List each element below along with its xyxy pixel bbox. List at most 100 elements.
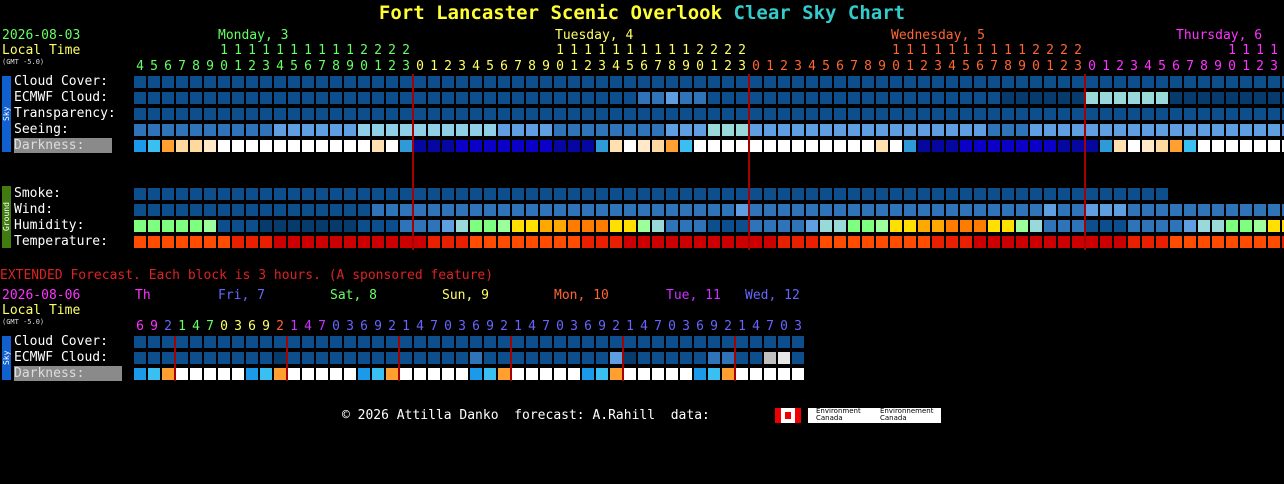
wind-block bbox=[1016, 204, 1028, 216]
temperature-block bbox=[862, 236, 874, 248]
hour-ones-label: 1 bbox=[430, 59, 438, 74]
darkness-block bbox=[386, 140, 398, 152]
ecmwf-cloud-block bbox=[638, 92, 650, 104]
hour-ones-label: 3 bbox=[262, 59, 270, 74]
temperature-block bbox=[596, 236, 608, 248]
ext-hour-ones-label: 2 bbox=[724, 319, 732, 334]
seeing-block bbox=[148, 124, 160, 136]
hour-tens-label: 1 bbox=[556, 43, 564, 58]
wind-block bbox=[806, 204, 818, 216]
ecmwf-cloud-block bbox=[260, 92, 272, 104]
hour-ones-label: 0 bbox=[220, 59, 228, 74]
transparency-block bbox=[204, 108, 216, 120]
smoke-block bbox=[1072, 188, 1084, 200]
ecmwf-cloud-block bbox=[904, 92, 916, 104]
ecmwf-cloud-block bbox=[414, 92, 426, 104]
temperature-block bbox=[344, 236, 356, 248]
ext-hour-ones-label: 6 bbox=[360, 319, 368, 334]
ext-darkness-block bbox=[722, 368, 734, 380]
hour-ones-label: 8 bbox=[668, 59, 676, 74]
humidity-block bbox=[610, 220, 622, 232]
temperature-block bbox=[176, 236, 188, 248]
hour-ones-label: 1 bbox=[374, 59, 382, 74]
ext-cloud-cover-block bbox=[470, 336, 482, 348]
ecmwf-cloud-block bbox=[372, 92, 384, 104]
transparency-block bbox=[1198, 108, 1210, 120]
smoke-block bbox=[652, 188, 664, 200]
humidity-block bbox=[1170, 220, 1182, 232]
smoke-block bbox=[204, 188, 216, 200]
cloud-cover-block bbox=[652, 76, 664, 88]
ext-hour-ones-label: 3 bbox=[570, 319, 578, 334]
hour-tens-label: 1 bbox=[234, 43, 242, 58]
transparency-block bbox=[946, 108, 958, 120]
humidity-block bbox=[288, 220, 300, 232]
ext-darkness-block bbox=[316, 368, 328, 380]
seeing-block bbox=[708, 124, 720, 136]
ecmwf-cloud-block bbox=[484, 92, 496, 104]
ext-hour-ones-label: 2 bbox=[500, 319, 508, 334]
wind-block bbox=[288, 204, 300, 216]
darkness-block bbox=[1002, 140, 1014, 152]
humidity-block bbox=[988, 220, 1000, 232]
seeing-block bbox=[778, 124, 790, 136]
hour-ones-label: 0 bbox=[1088, 59, 1096, 74]
ecmwf-cloud-block bbox=[1128, 92, 1140, 104]
transparency-block bbox=[162, 108, 174, 120]
wind-block bbox=[820, 204, 832, 216]
ext-darkness-block bbox=[638, 368, 650, 380]
temperature-block bbox=[470, 236, 482, 248]
hour-ones-label: 7 bbox=[514, 59, 522, 74]
transparency-block bbox=[1156, 108, 1168, 120]
seeing-block bbox=[344, 124, 356, 136]
humidity-block bbox=[1212, 220, 1224, 232]
humidity-block bbox=[1100, 220, 1112, 232]
hour-ones-label: 3 bbox=[458, 59, 466, 74]
ecmwf-cloud-block bbox=[554, 92, 566, 104]
darkness-block bbox=[1086, 140, 1098, 152]
ext-ecmwf-cloud-block bbox=[148, 352, 160, 364]
darkness-block bbox=[932, 140, 944, 152]
ecmwf-cloud-block bbox=[162, 92, 174, 104]
hour-ones-label: 0 bbox=[360, 59, 368, 74]
hour-ones-label: 2 bbox=[388, 59, 396, 74]
ext-hour-ones-label: 3 bbox=[234, 319, 242, 334]
seeing-block bbox=[1100, 124, 1112, 136]
ext-hour-ones-label: 2 bbox=[164, 319, 172, 334]
hour-ones-label: 7 bbox=[318, 59, 326, 74]
smoke-block bbox=[932, 188, 944, 200]
seeing-block bbox=[372, 124, 384, 136]
darkness-block bbox=[204, 140, 216, 152]
hour-ones-label: 9 bbox=[1214, 59, 1222, 74]
seeing-block bbox=[246, 124, 258, 136]
temperature-block bbox=[848, 236, 860, 248]
cloud-cover-block bbox=[218, 76, 230, 88]
cloud-cover-block bbox=[162, 76, 174, 88]
seeing-block bbox=[470, 124, 482, 136]
ext-darkness-block bbox=[778, 368, 790, 380]
ecmwf-cloud-block bbox=[232, 92, 244, 104]
darkness-block bbox=[442, 140, 454, 152]
hour-ones-label: 1 bbox=[1102, 59, 1110, 74]
hour-tens-label: 1 bbox=[976, 43, 984, 58]
ext-darkness-block bbox=[470, 368, 482, 380]
seeing-block bbox=[876, 124, 888, 136]
temperature-block bbox=[1044, 236, 1056, 248]
humidity-block bbox=[330, 220, 342, 232]
cloud-cover-block bbox=[330, 76, 342, 88]
ext-darkness-block bbox=[246, 368, 258, 380]
darkness-block bbox=[610, 140, 622, 152]
transparency-block bbox=[134, 108, 146, 120]
ext-cloud-cover-block bbox=[204, 336, 216, 348]
humidity-block bbox=[1114, 220, 1126, 232]
hour-ones-label: 8 bbox=[864, 59, 872, 74]
wind-block bbox=[218, 204, 230, 216]
ext-cloud-cover-block bbox=[484, 336, 496, 348]
cloud-cover-block bbox=[414, 76, 426, 88]
smoke-block bbox=[232, 188, 244, 200]
ecmwf-cloud-block bbox=[820, 92, 832, 104]
hour-tens-label: 1 bbox=[598, 43, 606, 58]
seeing-block bbox=[386, 124, 398, 136]
ecmwf-cloud-block bbox=[386, 92, 398, 104]
cloud-cover-block bbox=[372, 76, 384, 88]
